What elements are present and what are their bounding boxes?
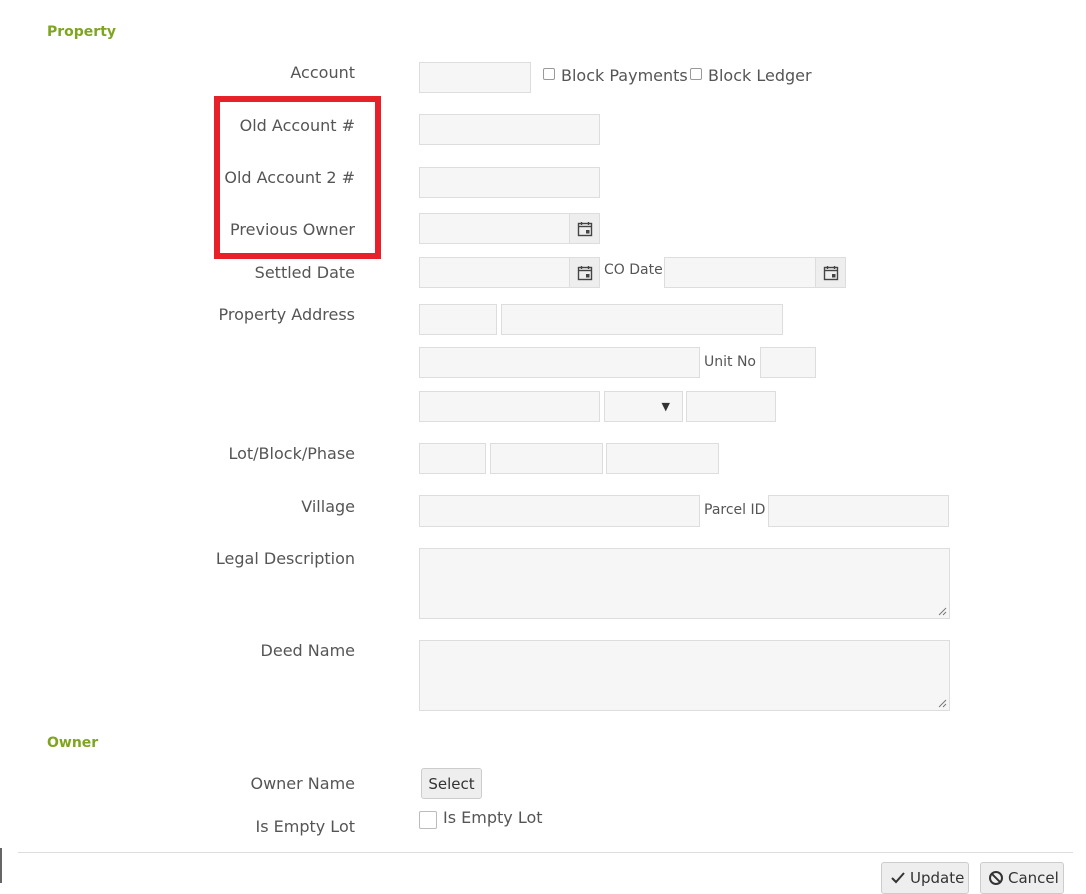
previous-owner-input[interactable] <box>419 213 600 244</box>
block-payments-checkbox[interactable] <box>543 68 555 80</box>
lot-input[interactable] <box>419 443 486 474</box>
unit-no-input[interactable] <box>760 347 816 378</box>
calendar-button[interactable] <box>815 258 845 287</box>
unit-no-label: Unit No <box>704 354 756 370</box>
caret-down-icon: ▼ <box>661 400 670 413</box>
deed-name-textarea[interactable] <box>419 640 950 711</box>
block-ledger-label: Block Ledger <box>708 66 812 85</box>
lot-block-phase-label: Lot/Block/Phase <box>228 444 355 463</box>
old-account-label: Old Account # <box>239 116 355 135</box>
legal-description-textarea[interactable] <box>419 548 950 619</box>
owner-name-label: Owner Name <box>250 774 355 793</box>
street-name-input[interactable] <box>501 304 783 335</box>
old-account-2-label: Old Account 2 # <box>224 168 355 187</box>
calendar-icon <box>577 221 592 236</box>
update-button[interactable]: Update <box>881 862 969 894</box>
co-date-input[interactable] <box>664 257 846 288</box>
footer-divider <box>18 852 1073 853</box>
account-label: Account <box>290 63 355 82</box>
parcel-id-label: Parcel ID <box>704 502 766 518</box>
ban-icon <box>989 871 1003 885</box>
settled-date-input[interactable] <box>419 257 600 288</box>
old-account-2-input[interactable] <box>419 167 600 198</box>
cancel-button[interactable]: Cancel <box>980 862 1064 894</box>
left-edge <box>0 848 2 883</box>
update-button-label: Update <box>910 869 965 887</box>
calendar-icon <box>823 265 838 280</box>
property-address-label: Property Address <box>218 305 355 324</box>
select-owner-button[interactable]: Select <box>421 768 482 799</box>
street-number-input[interactable] <box>419 304 497 335</box>
deed-name-label: Deed Name <box>260 641 355 660</box>
legal-description-label: Legal Description <box>215 549 355 568</box>
village-input[interactable] <box>419 495 700 527</box>
previous-owner-label: Previous Owner <box>230 220 355 239</box>
block-input[interactable] <box>490 443 603 474</box>
phase-input[interactable] <box>606 443 719 474</box>
account-input[interactable] <box>419 62 531 93</box>
address-line-input[interactable] <box>419 347 700 378</box>
calendar-button[interactable] <box>569 258 599 287</box>
resize-grip-icon[interactable] <box>938 699 947 708</box>
section-title-owner: Owner <box>47 735 99 751</box>
settled-date-label: Settled Date <box>254 263 355 282</box>
resize-grip-icon[interactable] <box>938 607 947 616</box>
is-empty-lot-checkbox[interactable] <box>419 811 437 829</box>
block-payments-label: Block Payments <box>561 66 688 85</box>
is-empty-lot-checkbox-label: Is Empty Lot <box>443 808 543 827</box>
state-select[interactable]: ▼ <box>604 391 683 422</box>
zip-input[interactable] <box>686 391 776 422</box>
co-date-label: CO Date <box>604 262 663 278</box>
calendar-button[interactable] <box>569 214 599 243</box>
calendar-icon <box>577 265 592 280</box>
city-input[interactable] <box>419 391 600 422</box>
is-empty-lot-label: Is Empty Lot <box>255 817 355 836</box>
section-title-property: Property <box>47 24 117 40</box>
parcel-id-input[interactable] <box>768 495 949 527</box>
old-account-input[interactable] <box>419 114 600 145</box>
cancel-button-label: Cancel <box>1008 869 1059 887</box>
block-ledger-checkbox[interactable] <box>690 68 702 80</box>
village-label: Village <box>301 497 355 516</box>
